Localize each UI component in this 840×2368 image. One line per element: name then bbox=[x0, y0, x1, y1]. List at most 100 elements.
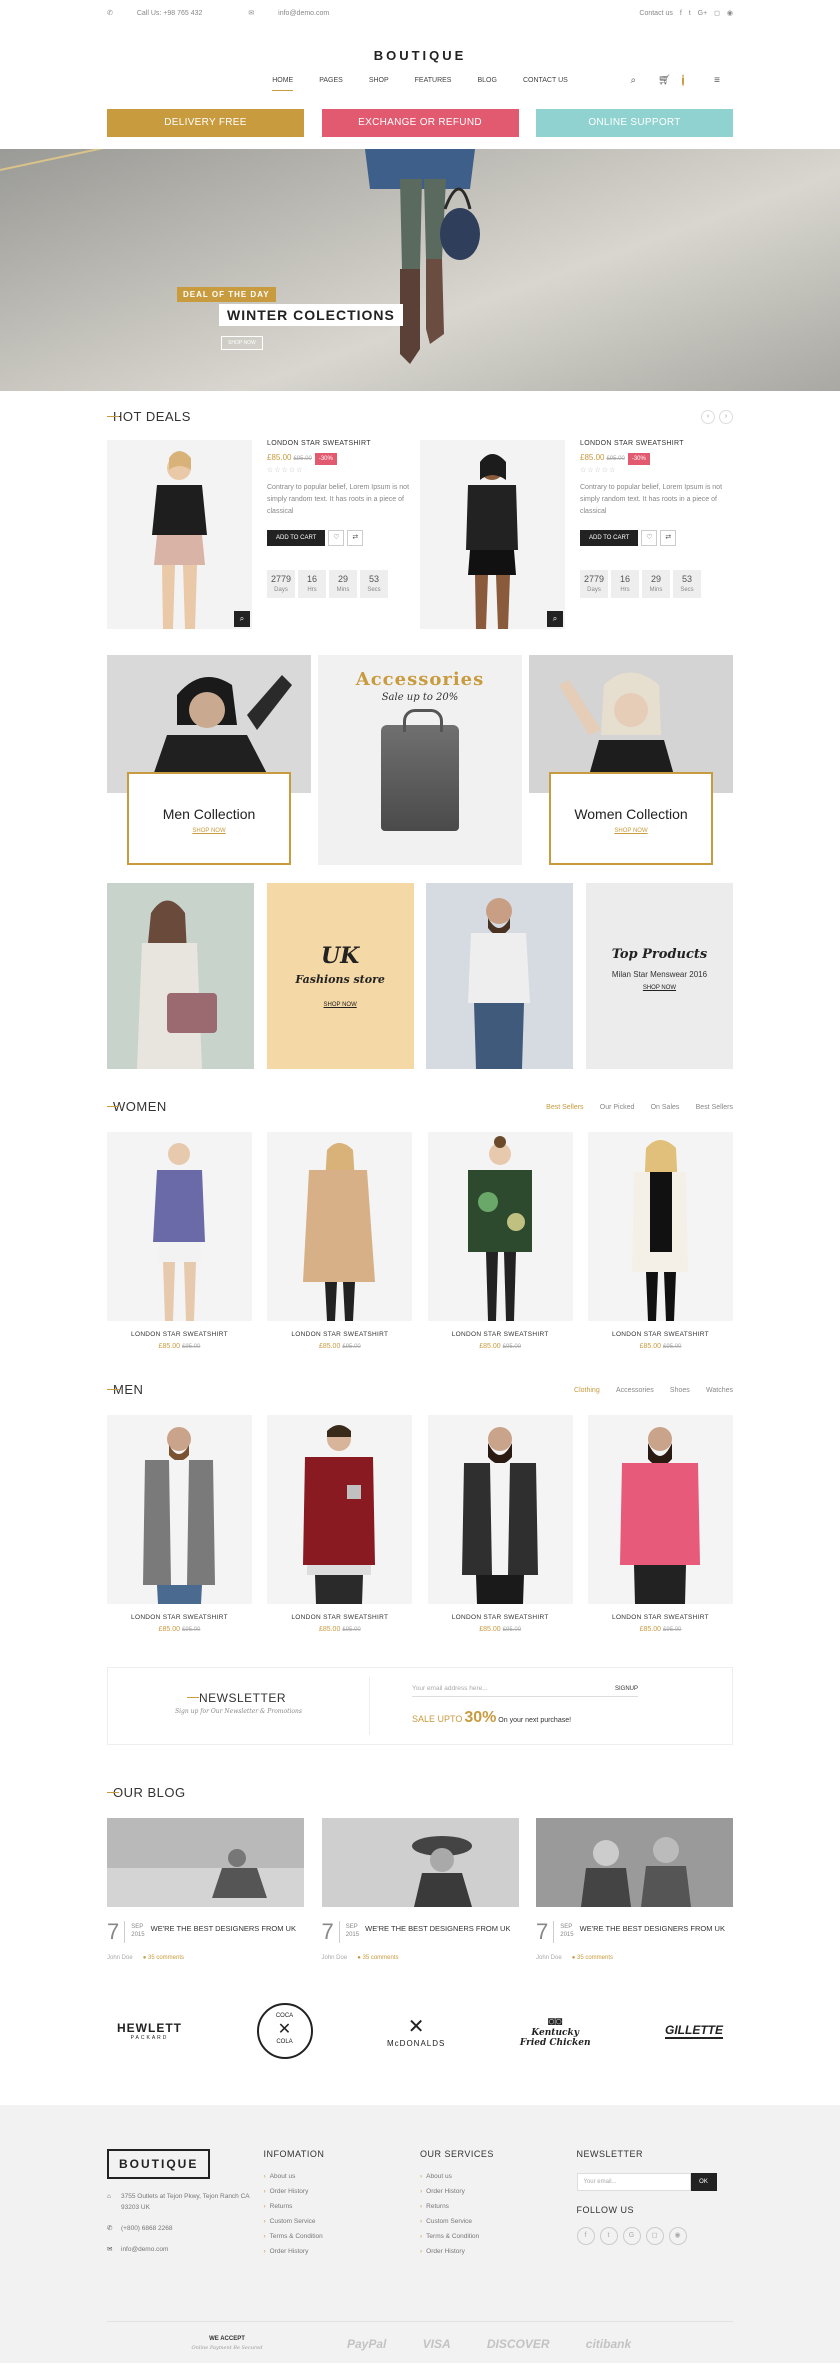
blog-author[interactable]: John Doe bbox=[107, 1955, 133, 1961]
men-shop-now-link[interactable]: SHOP NOW bbox=[129, 828, 289, 834]
footer-link[interactable]: Order History bbox=[420, 2248, 577, 2255]
women-shop-now-link[interactable]: SHOP NOW bbox=[551, 828, 711, 834]
tab-best-sellers[interactable]: Best Sellers bbox=[546, 1104, 583, 1111]
product-card[interactable]: LONDON STAR SWEATSHIRT £85.00 £95.00 bbox=[587, 1132, 733, 1350]
blog-comments[interactable]: ● 35 comments bbox=[357, 1955, 408, 1961]
product-card[interactable]: LONDON STAR SWEATSHIRT £85.00 £95.00 bbox=[107, 1415, 252, 1633]
footer-email-text[interactable]: info@demo.com bbox=[121, 2246, 168, 2253]
chevron-left-icon[interactable]: ‹ bbox=[701, 409, 715, 424]
footer-email[interactable]: ✉ info@demo.com bbox=[107, 2244, 264, 2255]
product-name[interactable]: LONDON STAR SWEATSHIRT bbox=[107, 1331, 252, 1338]
tab-watches[interactable]: Watches bbox=[706, 1387, 733, 1394]
online-support-banner[interactable]: ONLINE SUPPORT bbox=[536, 109, 733, 137]
signup-button[interactable]: SIGNUP bbox=[615, 1686, 638, 1692]
product-card[interactable]: LONDON STAR SWEATSHIRT £85.00 £95.00 bbox=[267, 1132, 413, 1350]
product-name[interactable]: LONDON STAR SWEATSHIRT bbox=[107, 1614, 252, 1621]
tab-on-sales[interactable]: On Sales bbox=[651, 1104, 680, 1111]
pinterest-icon[interactable]: ◉ bbox=[668, 2227, 687, 2245]
twitter-icon[interactable]: t bbox=[599, 2227, 618, 2245]
facebook-icon[interactable]: f bbox=[680, 10, 682, 17]
add-to-cart-button[interactable]: ADD TO CART bbox=[267, 530, 326, 546]
hewlett-packard-logo[interactable]: HEWLETT PACKARD bbox=[117, 2021, 182, 2041]
exchange-refund-banner[interactable]: EXCHANGE OR REFUND bbox=[321, 109, 519, 137]
footer-link[interactable]: Custom Service bbox=[420, 2218, 577, 2225]
twitter-icon[interactable]: t bbox=[689, 10, 691, 17]
pinterest-icon[interactable]: ◉ bbox=[727, 10, 733, 17]
product-name[interactable]: LONDON STAR SWEATSHIRT bbox=[267, 1331, 412, 1338]
footer-link[interactable]: About us bbox=[420, 2173, 577, 2180]
product-image[interactable] bbox=[587, 1415, 733, 1604]
man-tshirt-tile[interactable] bbox=[426, 883, 574, 1069]
tab-clothing[interactable]: Clothing bbox=[574, 1387, 600, 1394]
product-image[interactable] bbox=[587, 1132, 733, 1321]
tab-our-picked[interactable]: Our Picked bbox=[600, 1104, 635, 1111]
delivery-free-banner[interactable]: DELIVERY FREE bbox=[107, 109, 304, 137]
compare-icon[interactable]: ⇄ bbox=[660, 530, 677, 546]
instagram-icon[interactable]: ◻ bbox=[714, 10, 720, 17]
woman-bag-tile[interactable] bbox=[107, 883, 254, 1069]
blog-image[interactable] bbox=[321, 1818, 519, 1907]
product-image[interactable] bbox=[107, 1415, 252, 1604]
product-name[interactable]: LONDON STAR SWEATSHIRT bbox=[428, 1614, 573, 1621]
blog-post-title[interactable]: WE'RE THE BEST DESIGNERS FROM UK bbox=[580, 1921, 725, 1943]
top-products-tile[interactable]: Top Products Milan Star Menswear 2016 SH… bbox=[585, 883, 733, 1069]
heart-icon[interactable]: ♡ bbox=[328, 530, 345, 546]
nav-features[interactable]: FEATURES bbox=[415, 77, 452, 91]
mcdonalds-logo[interactable]: ✕ McDONALDS bbox=[387, 2014, 445, 2048]
top-products-shop-now-link[interactable]: SHOP NOW bbox=[586, 985, 733, 991]
email-text[interactable]: info@demo.com bbox=[278, 10, 329, 17]
product-name[interactable]: LONDON STAR SWEATSHIRT bbox=[428, 1331, 573, 1338]
accessories-card[interactable]: Accessories Sale up to 20% bbox=[318, 655, 522, 865]
blog-post[interactable]: 7 SEP 2015 WE'RE THE BEST DESIGNERS FROM … bbox=[536, 1818, 733, 1961]
product-card[interactable]: LONDON STAR SWEATSHIRT £85.00 £95.00 bbox=[427, 1132, 573, 1350]
instagram-icon[interactable]: ◻ bbox=[645, 2227, 664, 2245]
nav-contact[interactable]: CONTACT US bbox=[523, 77, 568, 91]
zoom-icon[interactable]: ⌕ bbox=[234, 611, 250, 627]
tab-accessories[interactable]: Accessories bbox=[616, 1387, 654, 1394]
nav-pages[interactable]: PAGES bbox=[319, 77, 343, 91]
product-image[interactable] bbox=[267, 1132, 413, 1321]
search-icon[interactable]: ⌕ bbox=[631, 75, 637, 92]
menu-icon[interactable]: ≡ bbox=[714, 75, 720, 92]
blog-post[interactable]: 7 SEP 2015 WE'RE THE BEST DESIGNERS FROM … bbox=[107, 1818, 304, 1961]
footer-link[interactable]: Order History bbox=[264, 2188, 421, 2195]
footer-link[interactable]: Terms & Condition bbox=[420, 2233, 577, 2240]
email-info[interactable]: ✉ info@demo.com bbox=[248, 10, 351, 17]
compare-icon[interactable]: ⇄ bbox=[347, 530, 364, 546]
blog-post-title[interactable]: WE'RE THE BEST DESIGNERS FROM UK bbox=[365, 1921, 510, 1943]
deal-product-image[interactable]: ⌕ bbox=[107, 440, 252, 629]
cart-icon[interactable]: 🛒︎ 0 bbox=[658, 74, 692, 92]
nav-shop[interactable]: SHOP bbox=[369, 77, 389, 91]
facebook-icon[interactable]: f bbox=[576, 2227, 595, 2245]
deal-product-name[interactable]: LONDON STAR SWEATSHIRT bbox=[580, 440, 725, 447]
add-to-cart-button[interactable]: ADD TO CART bbox=[580, 530, 639, 546]
heart-icon[interactable]: ♡ bbox=[641, 530, 658, 546]
footer-link[interactable]: Terms & Condition bbox=[264, 2233, 421, 2240]
footer-logo[interactable]: BOUTIQUE bbox=[107, 2149, 211, 2179]
hero-shop-now-button[interactable]: SHOP NOW bbox=[221, 336, 263, 350]
product-image[interactable] bbox=[427, 1415, 573, 1604]
uk-fashion-tile[interactable]: UK Fashions store SHOP NOW bbox=[266, 883, 414, 1069]
nav-blog[interactable]: BLOG bbox=[477, 77, 496, 91]
tab-shoes[interactable]: Shoes bbox=[670, 1387, 690, 1394]
footer-ok-button[interactable]: OK bbox=[690, 2173, 717, 2191]
gillette-logo[interactable]: GILLETTE bbox=[665, 2023, 723, 2039]
footer-link[interactable]: Returns bbox=[264, 2203, 421, 2210]
blog-comments-text[interactable]: 35 comments bbox=[362, 1955, 398, 1961]
nav-home[interactable]: HOME bbox=[272, 77, 294, 91]
google-plus-icon[interactable]: G bbox=[622, 2227, 641, 2245]
newsletter-email-input[interactable]: Your email address here... bbox=[412, 1685, 615, 1692]
product-name[interactable]: LONDON STAR SWEATSHIRT bbox=[588, 1331, 733, 1338]
blog-comments-text[interactable]: 35 comments bbox=[577, 1955, 613, 1961]
blog-comments-text[interactable]: 35 comments bbox=[148, 1955, 184, 1961]
women-collection-card[interactable]: Women Collection SHOP NOW bbox=[529, 655, 733, 865]
kentucky-fried-chicken-logo[interactable]: ◙◙ Kentucky Fried Chicken bbox=[520, 2014, 591, 2048]
product-image[interactable] bbox=[267, 1415, 413, 1604]
footer-link[interactable]: Returns bbox=[420, 2203, 577, 2210]
footer-link[interactable]: Order History bbox=[420, 2188, 577, 2195]
footer-email-input[interactable]: Your email... bbox=[576, 2173, 691, 2191]
coca-cola-logo[interactable]: COCA ✕ COLA bbox=[256, 2003, 313, 2059]
men-collection-card[interactable]: Men Collection SHOP NOW bbox=[107, 655, 311, 865]
product-card[interactable]: LONDON STAR SWEATSHIRT £85.00 £95.00 bbox=[107, 1132, 252, 1350]
google-plus-icon[interactable]: G+ bbox=[698, 10, 708, 17]
